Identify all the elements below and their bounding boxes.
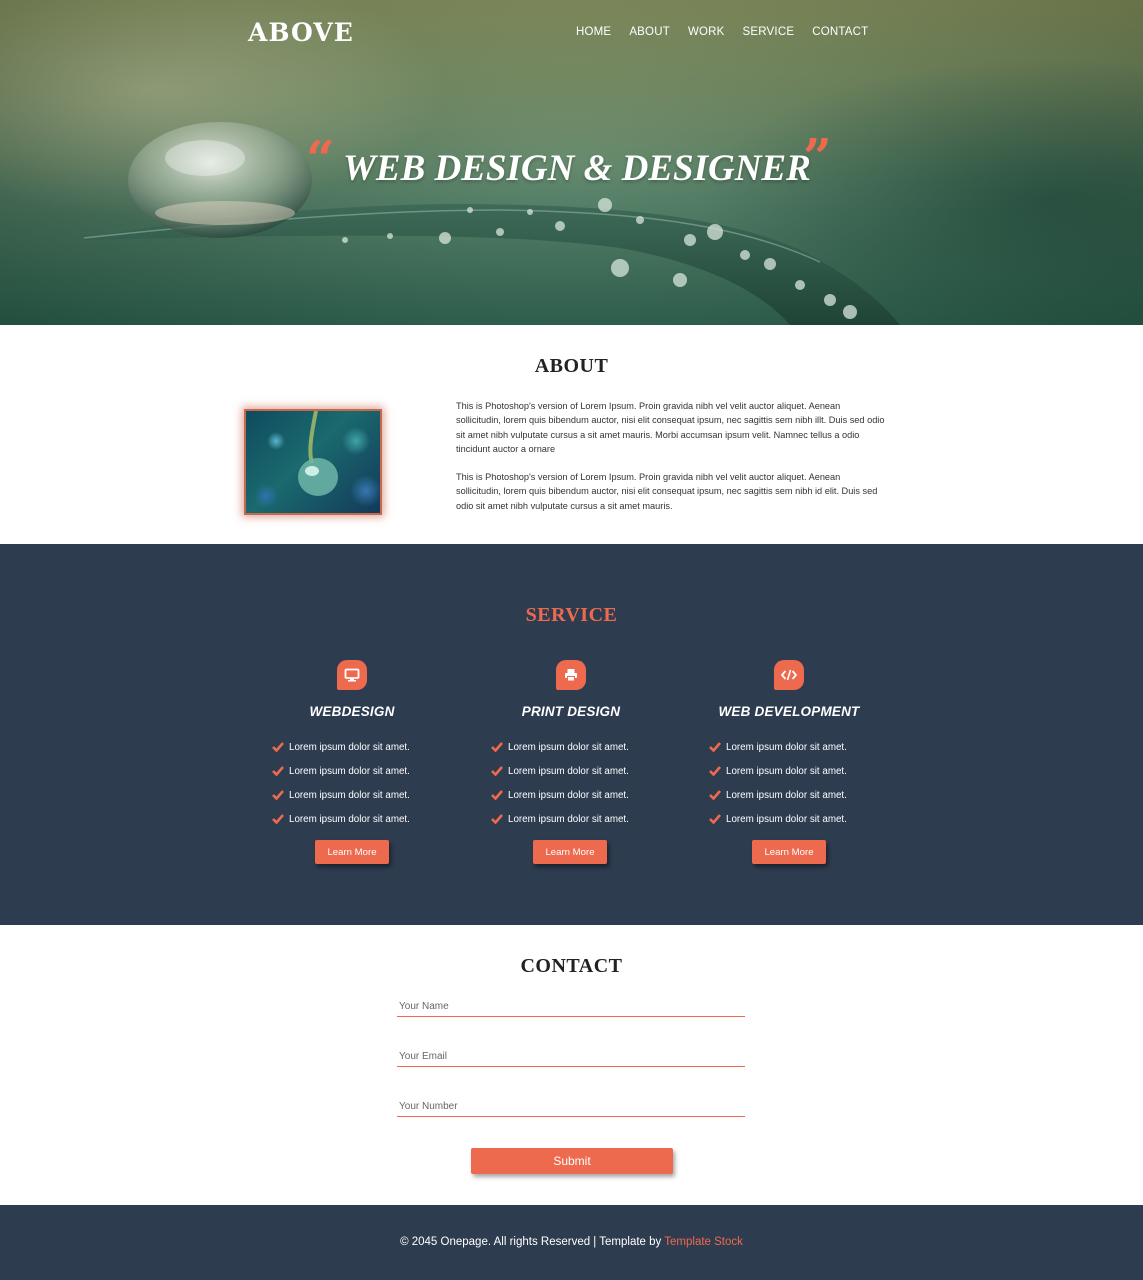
service-section: SERVICE WEBDESIGN Lorem ipsum dolor sit … [0,544,1143,925]
printer-icon [556,660,586,690]
list-item: Lorem ipsum dolor sit amet. [491,807,629,831]
service-card-title: PRINT DESIGN [521,704,621,719]
check-icon [709,766,721,777]
list-item: Lorem ipsum dolor sit amet. [709,735,847,759]
check-icon [272,814,284,825]
nav-item-contact[interactable]: CONTACT [812,26,868,38]
learn-more-button[interactable]: Learn More [752,840,826,864]
about-paragraph-2: This is Photoshop's version of Lorem Ips… [456,472,878,511]
about-section: ABOUT This is Photoshop's version of Lor… [0,325,1143,544]
hero-title: WEB DESIGN & DESIGNER [343,148,811,189]
service-feature-list: Lorem ipsum dolor sit amet. Lorem ipsum … [491,735,629,831]
contact-section: CONTACT Submit [0,925,1143,1205]
learn-more-button[interactable]: Learn More [533,840,607,864]
footer-copyright: © 2045 Onepage. All rights Reserved | Te… [400,1236,743,1248]
contact-title: CONTACT [520,955,623,977]
nav-item-work[interactable]: WORK [688,26,725,38]
service-card-title: WEB DEVELOPMENT [718,704,860,719]
check-icon [272,742,284,753]
list-item: Lorem ipsum dolor sit amet. [709,807,847,831]
list-item: Lorem ipsum dolor sit amet. [272,759,410,783]
about-title: ABOUT [534,355,609,377]
about-text: This is Photoshop's version of Lorem Ips… [456,399,886,513]
learn-more-button[interactable]: Learn More [315,840,389,864]
list-item: Lorem ipsum dolor sit amet. [709,783,847,807]
check-icon [491,742,503,753]
check-icon [709,790,721,801]
check-icon [491,790,503,801]
service-feature-list: Lorem ipsum dolor sit amet. Lorem ipsum … [272,735,410,831]
hero-section: ABOVE HOME ABOUT WORK SERVICE CONTACT “ … [0,0,1143,325]
service-title: SERVICE [525,604,618,626]
quote-open-icon: “ [306,129,335,188]
check-icon [491,814,503,825]
check-icon [272,766,284,777]
site-logo[interactable]: ABOVE [248,18,354,47]
footer-template-link[interactable]: Template Stock [664,1236,743,1248]
about-paragraph-1: This is Photoshop's version of Lorem Ips… [456,401,885,454]
list-item: Lorem ipsum dolor sit amet. [272,735,410,759]
check-icon [709,814,721,825]
footer: © 2045 Onepage. All rights Reserved | Te… [0,1205,1143,1280]
check-icon [272,790,284,801]
list-item: Lorem ipsum dolor sit amet. [272,807,410,831]
monitor-icon [337,660,367,690]
about-image [244,409,382,515]
quote-close-icon: ” [803,127,832,186]
service-feature-list: Lorem ipsum dolor sit amet. Lorem ipsum … [709,735,847,831]
submit-button[interactable]: Submit [471,1148,673,1174]
list-item: Lorem ipsum dolor sit amet. [709,759,847,783]
code-icon [774,660,804,690]
nav-item-about[interactable]: ABOUT [629,26,670,38]
check-icon [491,766,503,777]
service-card-title: WEBDESIGN [309,704,395,719]
list-item: Lorem ipsum dolor sit amet. [491,759,629,783]
name-field[interactable] [397,997,745,1017]
number-field[interactable] [397,1097,745,1117]
nav-item-home[interactable]: HOME [576,26,611,38]
nav-item-service[interactable]: SERVICE [743,26,795,38]
check-icon [709,742,721,753]
list-item: Lorem ipsum dolor sit amet. [491,735,629,759]
main-nav: HOME ABOUT WORK SERVICE CONTACT [576,26,868,38]
email-field[interactable] [397,1047,745,1067]
list-item: Lorem ipsum dolor sit amet. [491,783,629,807]
list-item: Lorem ipsum dolor sit amet. [272,783,410,807]
